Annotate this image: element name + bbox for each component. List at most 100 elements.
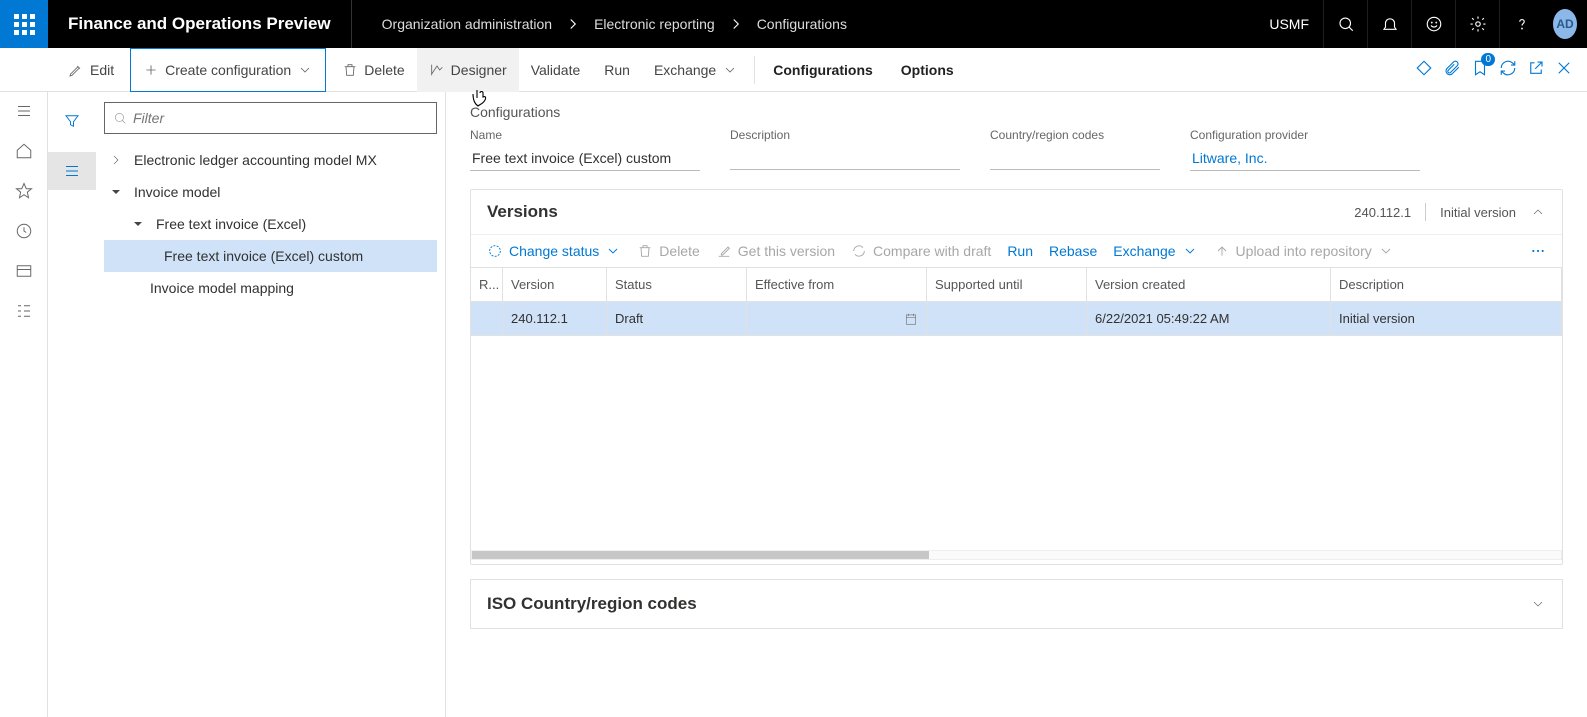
edit-button[interactable]: Edit [56,48,126,92]
section-title: Configurations [470,104,1563,120]
desc-value[interactable] [730,146,960,170]
notifications-button[interactable] [1367,0,1411,48]
help-button[interactable] [1499,0,1543,48]
top-bar: Finance and Operations Preview Organizat… [0,0,1587,48]
view-rail [48,92,96,717]
hamburger-icon[interactable] [15,102,33,120]
col-effective[interactable]: Effective from [747,268,927,302]
legal-entity[interactable]: USMF [1255,16,1323,32]
col-status[interactable]: Status [607,268,747,302]
exchange-button[interactable]: Exchange [642,48,750,92]
chevron-up-icon [1530,204,1546,220]
breadcrumb-item[interactable]: Electronic reporting [594,16,715,32]
scroll-thumb[interactable] [472,551,929,559]
name-label: Name [470,128,700,142]
version-run-button[interactable]: Run [1007,243,1033,259]
app-title: Finance and Operations Preview [48,0,352,48]
waffle-icon [14,14,35,35]
user-menu[interactable]: AD [1543,0,1587,48]
version-summary-desc: Initial version [1440,205,1516,220]
crc-value[interactable] [990,146,1160,170]
messages-button[interactable]: 0 [1471,59,1489,80]
tree-node-fti-excel[interactable]: Free text invoice (Excel) [104,208,437,240]
tree-node-invoice-mapping[interactable]: Invoice model mapping [104,272,437,304]
crc-label: Country/region codes [990,128,1160,142]
versions-header[interactable]: Versions 240.112.1 Initial version [471,190,1562,234]
list-tab[interactable] [48,152,96,190]
breadcrumb-item[interactable]: Organization administration [382,16,552,32]
cell-status: Draft [607,302,747,336]
filter-input[interactable] [133,110,428,126]
filter-tab[interactable] [48,102,96,140]
col-supported[interactable]: Supported until [927,268,1087,302]
run-button[interactable]: Run [592,48,642,92]
delete-button[interactable]: Delete [330,48,416,92]
workspace-icon[interactable] [15,262,33,280]
name-value[interactable]: Free text invoice (Excel) custom [470,146,700,171]
refresh-button[interactable] [1499,59,1517,80]
attach-button[interactable] [1443,59,1461,80]
field-provider: Configuration provider Litware, Inc. [1190,128,1420,171]
app-launcher-button[interactable] [0,0,48,48]
change-status-button[interactable]: Change status [487,243,621,259]
nav-rail [0,92,48,717]
col-created[interactable]: Version created [1087,268,1331,302]
tree-node-ledger-mx[interactable]: Electronic ledger accounting model MX [104,144,437,176]
chevron-down-icon [1378,243,1394,259]
tree-filter[interactable] [104,102,437,134]
versions-panel: Versions 240.112.1 Initial version Chang… [470,189,1563,565]
iso-header[interactable]: ISO Country/region codes [471,580,1562,628]
exchange-label: Exchange [654,62,716,78]
settings-button[interactable] [1455,0,1499,48]
upload-button: Upload into repository [1214,243,1394,259]
action-bar: Edit Create configuration Delete Designe… [0,48,1587,92]
calendar-icon [904,312,918,326]
horizontal-scrollbar[interactable] [471,550,1562,560]
validate-button[interactable]: Validate [519,48,593,92]
iso-panel: ISO Country/region codes [470,579,1563,629]
cell-effective[interactable] [747,302,927,336]
feedback-button[interactable] [1411,0,1455,48]
divider [1425,203,1426,221]
cycle-icon [487,243,503,259]
pin-button[interactable] [1415,59,1433,80]
more-button[interactable] [1530,243,1546,259]
field-name: Name Free text invoice (Excel) custom [470,128,700,171]
popout-button[interactable] [1527,59,1545,80]
col-version[interactable]: Version [503,268,607,302]
avatar: AD [1553,9,1577,39]
col-r[interactable]: R... [471,268,503,302]
versions-grid: R... Version Status Effective from Suppo… [471,267,1562,546]
plus-icon [143,62,159,78]
chevron-down-icon [1182,243,1198,259]
chevron-right-icon [727,15,745,33]
smiley-icon [1425,15,1443,33]
rebase-button[interactable]: Rebase [1049,243,1097,259]
action-right: 0 [1415,59,1587,80]
col-desc[interactable]: Description [1331,268,1562,302]
search-button[interactable] [1323,0,1367,48]
create-configuration-button[interactable]: Create configuration [130,48,326,92]
star-icon[interactable] [15,182,33,200]
version-exchange-button[interactable]: Exchange [1113,243,1197,259]
designer-button[interactable]: Designer [417,48,519,92]
versions-toolbar: Change status Delete Get this version Co… [471,234,1562,267]
tree-node-fti-custom[interactable]: Free text invoice (Excel) custom [104,240,437,272]
provider-value[interactable]: Litware, Inc. [1190,146,1420,171]
tree-label: Invoice model mapping [150,280,294,296]
home-icon[interactable] [15,142,33,160]
clock-icon[interactable] [15,222,33,240]
version-summary: 240.112.1 [1354,205,1411,220]
breadcrumb-item[interactable]: Configurations [757,16,847,32]
configurations-link[interactable]: Configurations [759,48,887,92]
options-link[interactable]: Options [887,48,968,92]
tree-node-invoice-model[interactable]: Invoice model [104,176,437,208]
bell-icon [1381,15,1399,33]
close-button[interactable] [1555,59,1573,80]
modules-icon[interactable] [15,302,33,320]
cell-created: 6/22/2021 05:49:22 AM [1087,302,1331,336]
header-fields: Name Free text invoice (Excel) custom De… [470,128,1563,171]
table-row[interactable]: 240.112.1 Draft 6/22/2021 05:49:22 AM In… [471,302,1562,336]
diamond-icon [1415,59,1433,77]
popout-icon [1527,59,1545,77]
